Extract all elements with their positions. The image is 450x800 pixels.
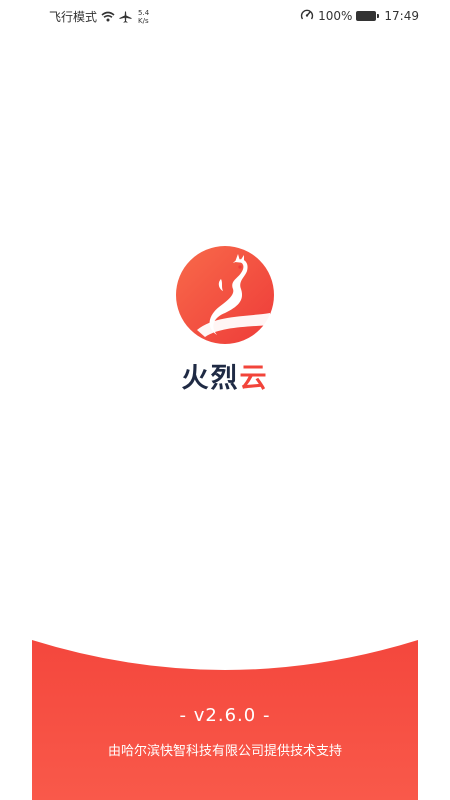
net-speed-value: 5.4 bbox=[138, 8, 150, 17]
network-speed: 5.4 K/s bbox=[138, 9, 149, 25]
status-right: 100% 17:49 bbox=[300, 8, 419, 24]
battery-percent: 100% bbox=[318, 9, 353, 23]
status-left: 飞行模式 5.4 K/s bbox=[49, 8, 149, 25]
app-name: 火烈云 bbox=[0, 356, 450, 395]
speedometer-icon bbox=[300, 8, 314, 24]
version-label: - v2.6.0 - bbox=[179, 705, 271, 726]
splash-screen: 飞行模式 5.4 K/s 100% 17:49 火烈云 - v2.6.0 - 由… bbox=[0, 0, 450, 800]
app-logo bbox=[175, 245, 275, 345]
airplane-icon bbox=[119, 11, 132, 23]
wifi-icon bbox=[101, 11, 115, 22]
app-name-part1: 火烈 bbox=[181, 363, 240, 394]
battery-icon bbox=[356, 11, 380, 21]
support-text: 由哈尔滨快智科技有限公司提供技术支持 bbox=[107, 744, 342, 759]
clock: 17:49 bbox=[384, 9, 419, 23]
net-speed-unit: K/s bbox=[138, 16, 149, 25]
airplane-mode-text: 飞行模式 bbox=[49, 10, 98, 24]
flamingo-dragon-logo bbox=[176, 246, 274, 344]
app-name-part2: 云 bbox=[239, 363, 269, 394]
status-bar: 飞行模式 5.4 K/s 100% 17:49 bbox=[0, 0, 450, 32]
